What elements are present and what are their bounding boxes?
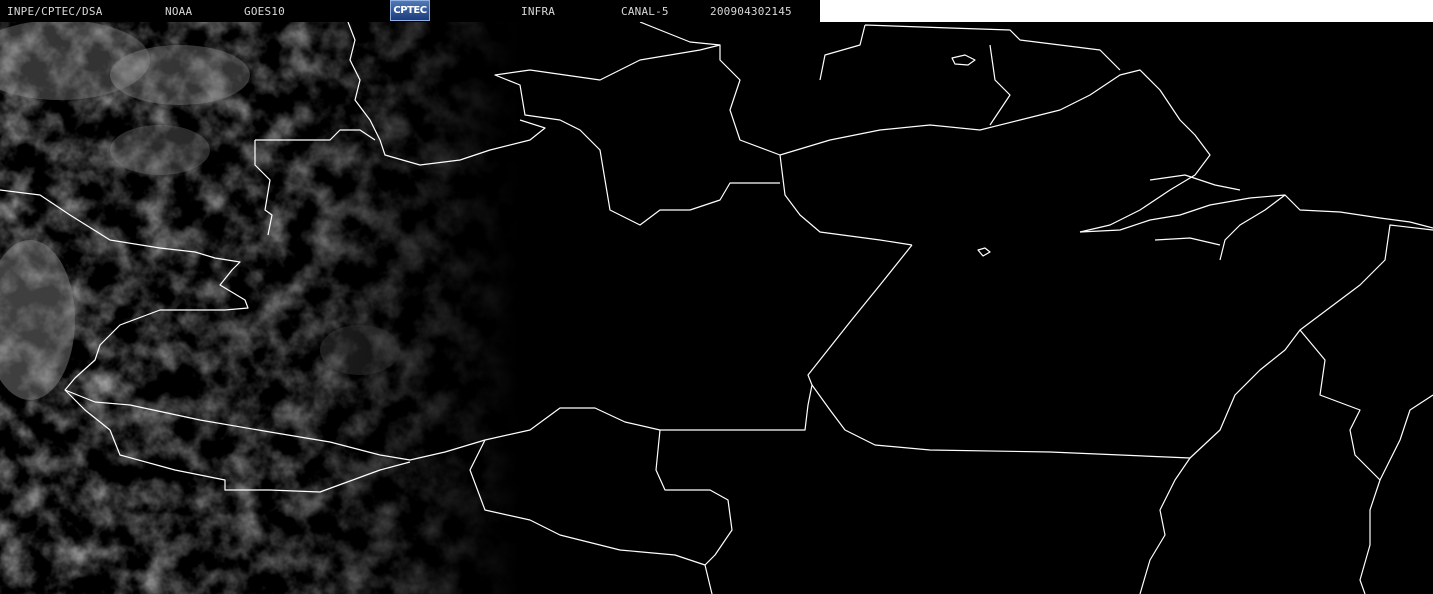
logo-text: CPTEC xyxy=(393,5,427,16)
agency-label: NOAA xyxy=(165,5,193,18)
satellite-map xyxy=(0,22,1433,594)
product-label: INFRA xyxy=(521,5,556,18)
satellite-label: GOES10 xyxy=(244,5,285,18)
header-bar: INPE/CPTEC/DSA NOAA GOES10 CPTEC INFRA C… xyxy=(0,0,820,22)
header-blank-area xyxy=(820,0,1433,22)
cptec-logo: CPTEC xyxy=(390,0,430,21)
datetime-label: 200904302145 xyxy=(710,5,792,18)
source-label: INPE/CPTEC/DSA xyxy=(7,5,103,18)
cloud-field xyxy=(0,22,520,594)
channel-label: CANAL-5 xyxy=(621,5,669,18)
